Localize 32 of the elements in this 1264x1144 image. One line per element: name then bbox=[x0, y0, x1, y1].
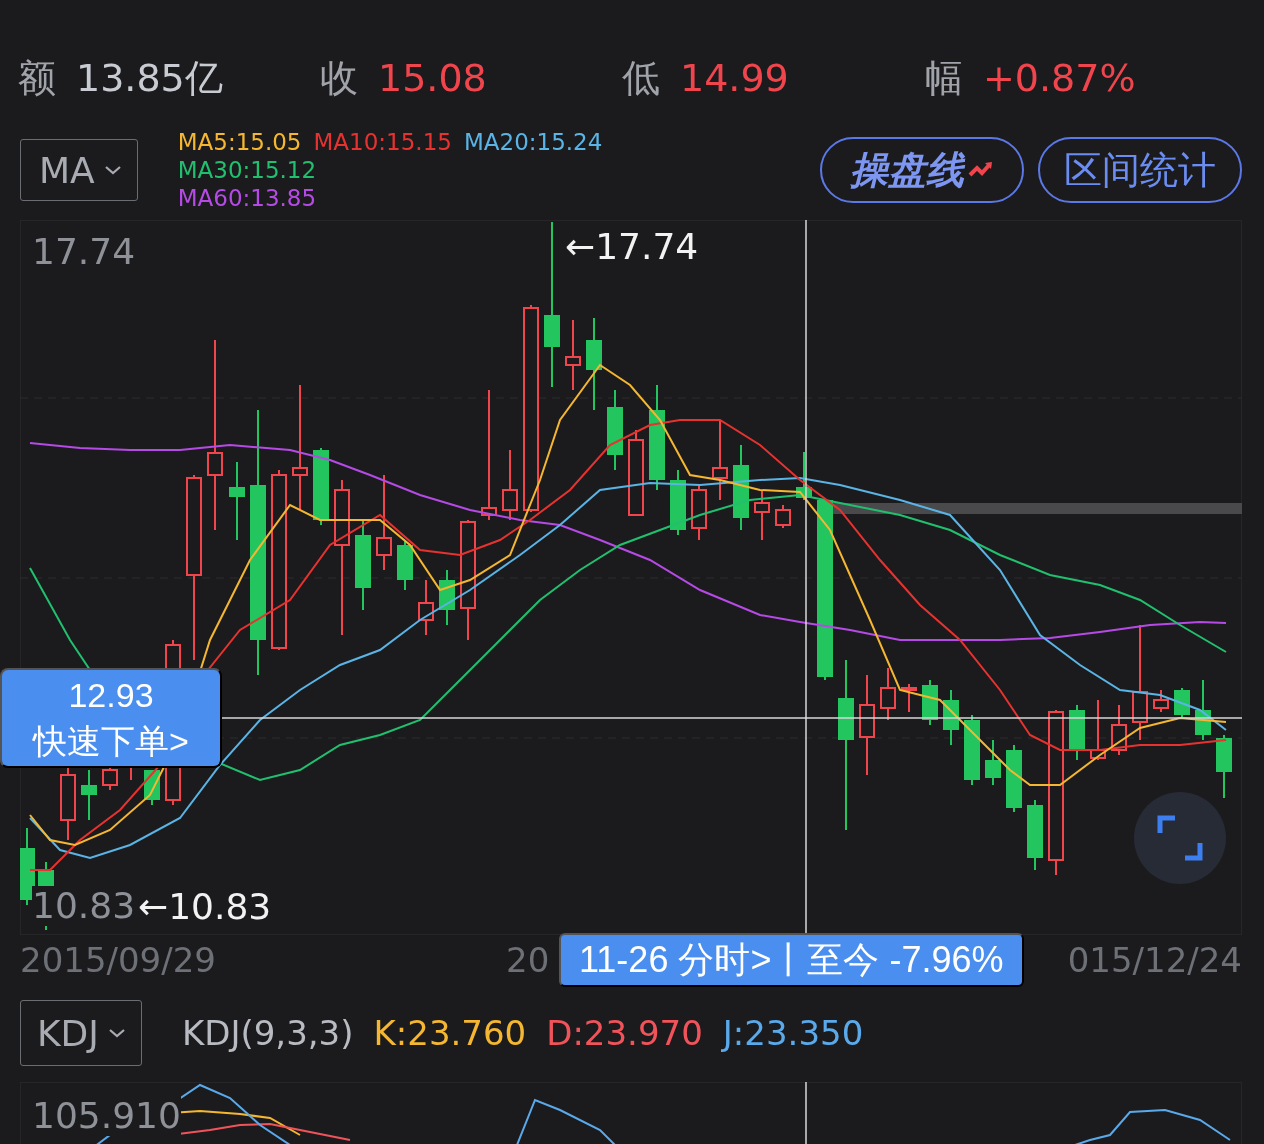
intraday-tooltip[interactable]: 11-26 分时>丨至今 -7.96% bbox=[559, 933, 1024, 987]
low-price-marker: ←10.83 bbox=[138, 886, 272, 927]
quick-order-tag[interactable]: 12.93 快速下单> bbox=[0, 668, 222, 768]
trading-line-button[interactable]: 操盘线 bbox=[820, 137, 1024, 203]
ma-legend-value: MA60:13.85 bbox=[177, 184, 317, 212]
high-price-marker: ←17.74 bbox=[565, 226, 699, 267]
stat-value: 15.08 bbox=[378, 55, 487, 100]
stat-label: 幅 bbox=[925, 54, 963, 102]
stat-label: 收 bbox=[320, 54, 358, 102]
stat-label: 低 bbox=[622, 54, 660, 102]
crosshair-line bbox=[805, 1082, 807, 1144]
kdj-legend-value: K:23.760 bbox=[373, 1013, 527, 1053]
ma-legend-value: MA20:15.24 bbox=[463, 128, 603, 156]
indicator-dropdown[interactable]: MA bbox=[20, 139, 138, 201]
ma-legend-value: MA10:15.15 bbox=[313, 128, 452, 156]
ma-legend-value: MA5:15.05 bbox=[177, 128, 302, 156]
indicator-dropdown[interactable]: KDJ bbox=[20, 1000, 142, 1066]
axis-max-label: 105.910 bbox=[32, 1096, 181, 1136]
ma-legend-value: MA30:15.12 bbox=[177, 156, 317, 184]
date-label: 2015/09/29 bbox=[20, 940, 216, 980]
stat-value: 13.85亿 bbox=[76, 54, 223, 102]
kdj-legend-value: J:23.350 bbox=[722, 1013, 864, 1053]
axis-min-label: 10.83 bbox=[32, 886, 136, 926]
stat-value: +0.87% bbox=[983, 55, 1136, 100]
expand-icon bbox=[1157, 815, 1203, 861]
stat-label: 额 bbox=[18, 54, 56, 102]
date-label: 015/12/24 bbox=[1067, 940, 1242, 980]
range-stats-button[interactable]: 区间统计 bbox=[1038, 137, 1242, 203]
stat-value: 14.99 bbox=[680, 55, 789, 100]
kdj-legend-value: D:23.970 bbox=[546, 1013, 703, 1053]
date-label: 20 bbox=[506, 940, 550, 980]
kdj-legend-value: KDJ(9,3,3) bbox=[181, 1013, 354, 1053]
